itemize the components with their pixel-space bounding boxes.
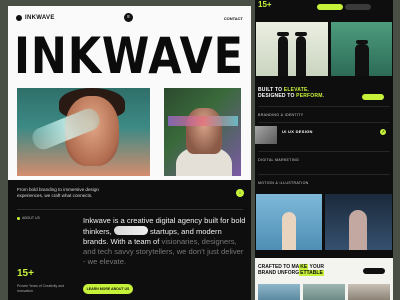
landing-page-main: INKWAVE ≡ CONTACT INKWAVE From bold bran… bbox=[8, 6, 251, 300]
figure-silhouette bbox=[282, 212, 296, 250]
about-label-text: ABOUT US bbox=[22, 216, 40, 220]
right-secondary-button[interactable] bbox=[345, 4, 371, 10]
headline-line2: DESIGNED TO bbox=[258, 93, 295, 100]
figure-silhouette bbox=[278, 36, 288, 76]
headline-highlight2: PERFORM. bbox=[296, 93, 325, 100]
gallery-image bbox=[348, 284, 390, 300]
about-section: From bold branding to immersive design e… bbox=[8, 180, 251, 300]
crafted-line2: BRAND UNFORG bbox=[258, 270, 300, 277]
service-item[interactable]: BRANDING & IDENTITY bbox=[258, 106, 390, 117]
glitch-stripe bbox=[168, 116, 238, 126]
hero-image-glitch-portrait bbox=[164, 88, 241, 176]
menu-button[interactable]: ≡ bbox=[124, 13, 133, 22]
logo-mark-icon bbox=[16, 15, 22, 21]
bullet-icon bbox=[17, 216, 20, 220]
photo-two-figures-light bbox=[256, 22, 328, 76]
photo-seated-figure-green bbox=[331, 22, 392, 76]
crafted-button[interactable] bbox=[363, 268, 385, 274]
right-primary-button[interactable] bbox=[317, 4, 343, 10]
secondary-page-preview: 15+ BUILT TO ELEVATE. DESIGNED TO PERFOR… bbox=[255, 0, 393, 300]
hero-title: INKWAVE bbox=[14, 27, 244, 85]
figure-silhouette bbox=[349, 210, 367, 250]
service-item[interactable]: MOTION & ILLUSTRATION bbox=[258, 174, 390, 185]
photo-portrait-blur bbox=[325, 194, 392, 250]
crafted-headline: CRAFTED TO MAKE YOUR BRAND UNFORGETTABLE bbox=[258, 264, 358, 277]
arrow-up-right-icon[interactable]: ↗ bbox=[380, 129, 386, 135]
years-stat-label: Proven Years of Creativity and innovatio… bbox=[17, 284, 65, 293]
contact-link[interactable]: CONTACT bbox=[224, 16, 243, 21]
right-stat-value: 15+ bbox=[258, 0, 272, 9]
headline-button[interactable] bbox=[362, 94, 384, 100]
learn-more-button[interactable]: LEARN MORE ABOUT US bbox=[83, 284, 133, 294]
divider bbox=[17, 209, 243, 210]
brand-name: INKWAVE bbox=[25, 15, 55, 21]
figure-silhouette bbox=[296, 36, 306, 76]
brand-logo[interactable]: INKWAVE bbox=[16, 15, 55, 21]
crafted-section: CRAFTED TO MAKE YOUR BRAND UNFORGETTABLE bbox=[255, 258, 393, 300]
service-item[interactable]: DIGITAL MARKETING bbox=[258, 151, 390, 162]
hat-shape bbox=[277, 32, 289, 36]
service-item-active[interactable]: UI UX DESIGN bbox=[258, 122, 390, 134]
crafted-highlight2: ETTABLE bbox=[299, 270, 324, 277]
right-headline: BUILT TO ELEVATE. DESIGNED TO PERFORM. bbox=[258, 87, 368, 100]
years-stat-value: 15+ bbox=[17, 268, 34, 279]
hat-shape bbox=[295, 32, 307, 36]
scroll-down-icon[interactable]: ↓ bbox=[236, 189, 244, 197]
gallery-image bbox=[258, 284, 300, 300]
crafted-line1b: YOUR bbox=[308, 264, 324, 270]
crafted-highlight1: KE bbox=[299, 264, 309, 270]
headline-highlight1: ELEVATE. bbox=[283, 87, 310, 93]
figure-shape bbox=[186, 108, 222, 154]
headline-line1: BUILT TO bbox=[258, 87, 283, 93]
gallery-image bbox=[303, 284, 345, 300]
about-body: Inkwave is a creative digital agency bui… bbox=[83, 216, 248, 267]
photo-portrait-sky bbox=[256, 194, 322, 250]
inline-image-pill bbox=[113, 226, 148, 235]
figure-silhouette bbox=[355, 44, 369, 76]
hero-section: INKWAVE ≡ CONTACT INKWAVE bbox=[8, 6, 251, 180]
intro-text: From bold branding to immersive design e… bbox=[17, 187, 99, 198]
about-label: ABOUT US bbox=[17, 216, 40, 220]
hat-shape bbox=[356, 40, 368, 44]
hero-image-bottle-portrait bbox=[17, 88, 150, 176]
crafted-line1: CRAFTED TO MA bbox=[258, 264, 300, 270]
